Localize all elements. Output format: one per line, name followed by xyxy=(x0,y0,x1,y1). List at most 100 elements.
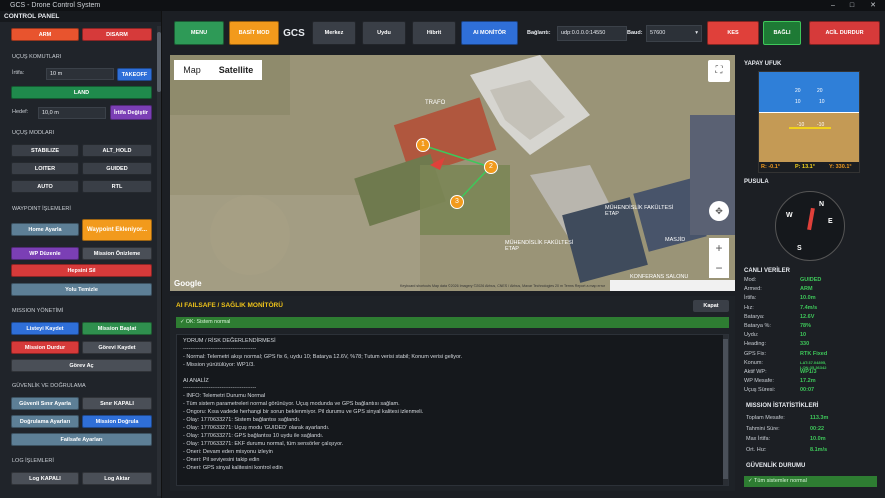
minimize-button[interactable]: – xyxy=(826,0,840,11)
waypoint-adding-button[interactable]: Waypoint Ekleniyor... xyxy=(82,219,152,241)
mission-stat-row: Max İrtifa: 10.0m xyxy=(746,436,836,442)
target-altitude-input[interactable]: 10,0 m xyxy=(38,107,106,119)
failsafe-status-bar: ✓ OK: Sistem normal xyxy=(176,317,729,328)
live-data-row: Uydu: 10 xyxy=(744,332,834,338)
live-data-value: 78% xyxy=(800,323,812,329)
log-section: LOG İŞLEMLERİ xyxy=(12,458,54,464)
mission-stats-title: MISSION İSTATİSTİKLERİ xyxy=(746,403,819,409)
waypoint-marker-3[interactable]: 3 xyxy=(450,195,464,209)
log-line: - Tüm sistem parametreleri normal görünü… xyxy=(183,401,400,408)
top-toolbar: MENU BASİT MOD GCS Merkez Uydu Hibrit AI… xyxy=(170,19,885,47)
pan-control-icon[interactable]: ✥ xyxy=(709,201,729,221)
open-task-button[interactable]: Görev Aç xyxy=(11,359,152,372)
satellite-map[interactable]: Map Satellite TRAFO MÜHENDİSLİK FAKÜLTES… xyxy=(170,55,735,291)
home-set-button[interactable]: Home Ayarla xyxy=(11,223,79,236)
safe-limit-button[interactable]: Güvenli Sınır Ayarla xyxy=(11,397,79,410)
log-export-button[interactable]: Log Aktar xyxy=(82,472,152,485)
live-data-key: Uçuş Süresi: xyxy=(744,387,776,394)
fullscreen-icon[interactable]: ⛶ xyxy=(708,60,730,82)
live-data-row: Konum: LAT:37.04895, LON:35.36342 xyxy=(744,360,834,370)
altitude-change-button[interactable]: İrtifa Değiştir xyxy=(110,105,152,120)
disconnect-button[interactable]: KES xyxy=(707,21,759,45)
compass-east: E xyxy=(828,218,833,225)
mission-stat-row: Ort. Hız: 8.1m/s xyxy=(746,447,836,453)
disarm-button[interactable]: DISARM xyxy=(82,28,152,41)
land-button[interactable]: LAND xyxy=(11,86,152,99)
basic-mode-button[interactable]: BASİT MOD xyxy=(229,21,279,45)
tab-map[interactable]: Map xyxy=(174,60,210,80)
compass-west: W xyxy=(786,212,793,219)
verify-settings-button[interactable]: Doğrulama Ayarları xyxy=(11,415,79,428)
emergency-stop-button[interactable]: ACİL DURDUR xyxy=(809,21,880,45)
aircraft-reference-icon xyxy=(789,127,831,129)
live-data-value: 10.0m xyxy=(800,295,816,302)
mission-management-section: MISSION YÖNETİMİ xyxy=(12,308,64,314)
control-panel: CONTROL PANEL ARM DISARM UÇUŞ KOMUTLARI … xyxy=(0,11,162,498)
center-button[interactable]: Merkez xyxy=(312,21,356,45)
mode-alt-hold-button[interactable]: ALT_HOLD xyxy=(82,144,152,157)
log-line: YORUM / RİSK DEĞERLENDİRMESİ xyxy=(183,338,276,344)
mission-stat-value: 8.1m/s xyxy=(810,446,828,453)
target-label: Hedef: xyxy=(12,109,29,115)
live-data-value: WP1/3 xyxy=(800,369,817,375)
log-line: - Ongoru: Kısa vadede herhangi bir sorun… xyxy=(183,409,424,416)
map-label-engineering-1: MÜHENDİSLİK FAKÜLTESİ ETAP xyxy=(605,205,674,217)
log-off-button[interactable]: Log KAPALI xyxy=(11,472,79,485)
mode-stabilize-button[interactable]: STABILIZE xyxy=(11,144,79,157)
map-label-engineering-2: MÜHENDİSLİK FAKÜLTESİ ETAP xyxy=(505,240,574,252)
save-task-button[interactable]: Görevi Kaydet xyxy=(82,341,152,354)
mode-guided-button[interactable]: GUIDED xyxy=(82,162,152,175)
baud-value: 57600 xyxy=(650,30,666,36)
live-data-value: 10 xyxy=(800,332,807,339)
clean-path-button[interactable]: Yolu Temizle xyxy=(11,283,152,296)
roll-readout: R: -0.1° xyxy=(761,164,781,170)
mode-rtl-button[interactable]: RTL xyxy=(82,180,152,193)
live-data-key: İrtifa: xyxy=(744,295,757,302)
baud-select[interactable]: 57600 ▾ xyxy=(646,25,702,42)
scrollbar-thumb[interactable] xyxy=(157,32,161,92)
zoom-out-button[interactable]: − xyxy=(709,258,729,278)
mode-auto-button[interactable]: AUTO xyxy=(11,180,79,193)
pitch-tick-20b: 20 xyxy=(817,88,823,94)
log-line: - Olay: 1770633271: EKF durumu normal, t… xyxy=(183,440,344,447)
connection-input[interactable]: udp:0.0.0.0:14550 xyxy=(557,26,627,41)
waypoint-marker-1[interactable]: 1 xyxy=(416,138,430,152)
log-line: - Olay: 1770633271: Uçuş modu 'GUIDED' o… xyxy=(183,424,330,431)
tab-satellite[interactable]: Satellite xyxy=(210,60,262,80)
compass-north: N xyxy=(819,201,825,208)
verify-mission-button[interactable]: Mission Doğrula xyxy=(82,415,152,428)
start-mission-button[interactable]: Mission Başlat xyxy=(82,322,152,335)
live-data-row: Mod: GUIDED xyxy=(744,277,834,283)
limit-off-button[interactable]: Sınır KAPALI xyxy=(82,397,152,410)
connected-status: BAĞLI xyxy=(763,21,801,45)
window-title: GCS - Drone Control System xyxy=(10,2,101,9)
zoom-in-button[interactable]: + xyxy=(709,238,729,258)
pitch-tick-10b: 10 xyxy=(819,99,825,105)
map-attribution: Keyboard shortcuts Map data ©2026 Imager… xyxy=(400,284,606,288)
log-scrollbar[interactable] xyxy=(723,335,728,485)
waypoint-marker-2[interactable]: 2 xyxy=(484,160,498,174)
compass-needle-icon xyxy=(807,207,815,231)
close-window-button[interactable]: ✕ xyxy=(866,0,880,11)
arm-button[interactable]: ARM xyxy=(11,28,79,41)
left-panel-scrollbar[interactable] xyxy=(157,26,161,496)
clear-all-button[interactable]: Hepsini Sil xyxy=(11,264,152,277)
stop-mission-button[interactable]: Mission Durdur xyxy=(11,341,79,354)
mission-stat-value: 113.3m xyxy=(810,415,829,421)
mission-preview-button[interactable]: Mission Önizleme xyxy=(82,247,152,260)
menu-button[interactable]: MENU xyxy=(174,21,224,45)
hybrid-view-button[interactable]: Hibrit xyxy=(412,21,456,45)
maximize-button[interactable]: □ xyxy=(845,0,859,11)
takeoff-button[interactable]: TAKEOFF xyxy=(117,68,152,81)
satellite-view-button[interactable]: Uydu xyxy=(362,21,406,45)
live-data-value: 330 xyxy=(800,341,810,348)
save-list-button[interactable]: Listeyi Kaydet xyxy=(11,322,79,335)
mode-loiter-button[interactable]: LOITER xyxy=(11,162,79,175)
ai-monitor-button[interactable]: AI MONİTÖR xyxy=(461,21,518,45)
failsafe-close-button[interactable]: Kapat xyxy=(693,300,729,312)
live-data-value: 00:07 xyxy=(800,387,815,394)
wp-edit-button[interactable]: WP Düzenle xyxy=(11,247,79,260)
altitude-input[interactable]: 10 m xyxy=(46,68,114,80)
flight-modes-section: UÇUŞ MODLARI xyxy=(12,130,55,136)
failsafe-settings-button[interactable]: Failsafe Ayarları xyxy=(11,433,152,446)
